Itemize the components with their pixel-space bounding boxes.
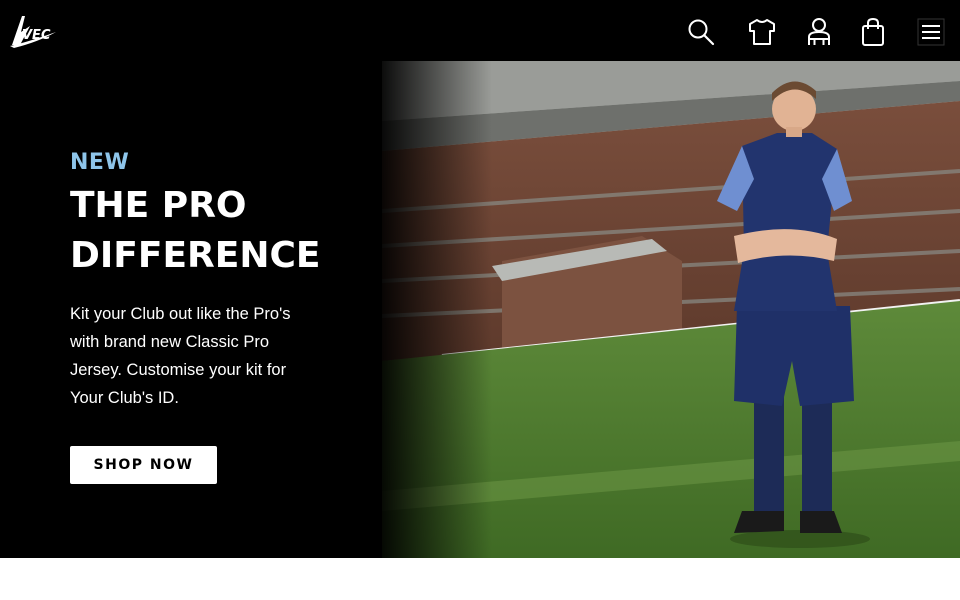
- account-icon[interactable]: [803, 16, 835, 48]
- hero-headline-line2: DIFFERENCE: [70, 235, 321, 276]
- hero-banner: NEW THE PRO DIFFERENCE Kit your Club out…: [0, 61, 960, 558]
- hero-headline: THE PRO DIFFERENCE: [70, 181, 370, 281]
- svg-text:VEC: VEC: [22, 28, 51, 43]
- shirt-icon[interactable]: [746, 16, 778, 48]
- hamburger-menu-icon[interactable]: [915, 16, 947, 48]
- shop-now-button[interactable]: SHOP NOW: [70, 446, 217, 484]
- site-header: VEC: [0, 0, 960, 61]
- hero-eyebrow: NEW: [70, 150, 130, 175]
- hero-headline-line1: THE PRO: [70, 185, 247, 226]
- hero-body-copy: Kit your Club out like the Pro's with br…: [70, 305, 291, 407]
- avec-logo[interactable]: VEC: [8, 12, 60, 50]
- avec-logo-mark: VEC: [10, 16, 56, 48]
- below-hero-section: [0, 558, 960, 600]
- hero-image-fade: [382, 61, 492, 558]
- shopping-bag-icon[interactable]: [857, 16, 889, 48]
- search-icon[interactable]: [685, 16, 717, 48]
